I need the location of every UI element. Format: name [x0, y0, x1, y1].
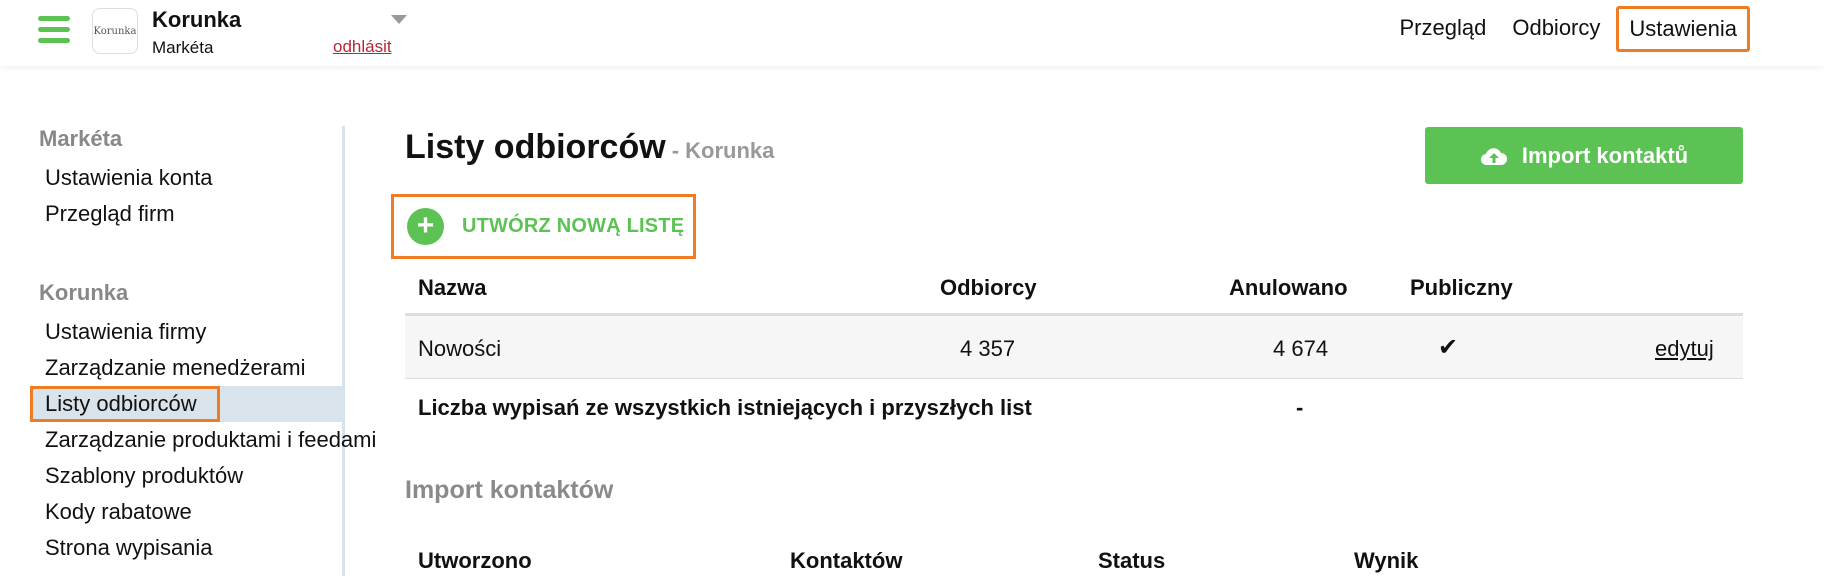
column-header-name: Nazwa: [418, 275, 487, 300]
row-recipients: 4 357: [960, 336, 1016, 361]
row-cancelled: 4 674: [1273, 336, 1329, 361]
import-contacts-label: Import kontaktů: [1521, 142, 1689, 168]
page-title-text: Listy odbiorców: [405, 128, 666, 166]
sidebar-item-account-settings[interactable]: Ustawienia konta: [30, 160, 345, 196]
sidebar-heading-user: Markéta: [39, 126, 123, 151]
page-title: Listy odbiorców - Korunka: [405, 128, 774, 167]
column-header-status: Status: [1098, 548, 1166, 573]
import-section-title: Import kontaktów: [405, 476, 614, 504]
create-new-list-button[interactable]: + UTWÓRZ NOWĄ LISTĘ: [391, 194, 696, 259]
create-new-list-label: UTWÓRZ NOWĄ LISTĘ: [462, 215, 685, 237]
column-header-contacts: Kontaktów: [790, 548, 903, 573]
sidebar-item-unsubscribe-page[interactable]: Strona wypisania: [30, 530, 345, 566]
brand-name: Korunka: [152, 7, 242, 32]
caret-down-icon[interactable]: [391, 15, 407, 24]
column-header-created: Utworzono: [418, 548, 532, 573]
checkmark-icon: ✔: [1438, 334, 1459, 361]
selection-highlight: [30, 386, 220, 422]
plus-circle-icon: +: [407, 208, 444, 245]
unsubscribe-total-label: Liczba wypisań ze wszystkich istniejącyc…: [418, 395, 1032, 420]
sidebar-item-company-overview[interactable]: Przegląd firm: [30, 196, 345, 232]
nav-overview[interactable]: Przegląd: [1390, 6, 1497, 52]
nav-settings[interactable]: Ustawienia: [1616, 6, 1750, 52]
page-subtitle: - Korunka: [671, 138, 775, 163]
top-navigation: Przegląd Odbiorcy Ustawienia: [1384, 6, 1750, 52]
column-header-recipients: Odbiorcy: [940, 275, 1037, 300]
cloud-upload-icon: [1480, 147, 1507, 165]
nav-recipients[interactable]: Odbiorcy: [1502, 6, 1610, 52]
sidebar: Markéta Ustawienia konta Przegląd firm K…: [0, 126, 376, 576]
top-bar: Korunka Korunka Markéta odhlásit Przeglą…: [0, 0, 1824, 66]
hamburger-menu-icon[interactable]: [38, 16, 70, 44]
sidebar-item-recipient-lists[interactable]: Listy odbiorców: [30, 386, 345, 422]
import-contacts-button[interactable]: Import kontaktů: [1425, 127, 1743, 184]
column-header-public: Publiczny: [1410, 275, 1513, 300]
sidebar-item-company-settings[interactable]: Ustawienia firmy: [30, 314, 345, 350]
column-header-result: Wynik: [1354, 548, 1419, 573]
brand-logo: Korunka: [92, 8, 138, 54]
logout-link[interactable]: odhlásit: [333, 37, 392, 57]
edit-link[interactable]: edytuj: [1655, 336, 1714, 362]
sidebar-heading-company: Korunka: [39, 280, 129, 305]
row-name: Nowości: [418, 336, 502, 361]
sidebar-item-manager-management[interactable]: Zarządzanie menedżerami: [30, 350, 345, 386]
sidebar-item-products-feeds[interactable]: Zarządzanie produktami i feedami: [30, 422, 376, 458]
table-row: [405, 316, 1743, 379]
column-header-cancelled: Anulowano: [1229, 275, 1348, 300]
user-name: Markéta: [152, 38, 214, 57]
unsubscribe-total-value: -: [1296, 395, 1304, 420]
sidebar-item-discount-codes[interactable]: Kody rabatowe: [30, 494, 345, 530]
sidebar-item-product-templates[interactable]: Szablony produktów: [30, 458, 345, 494]
